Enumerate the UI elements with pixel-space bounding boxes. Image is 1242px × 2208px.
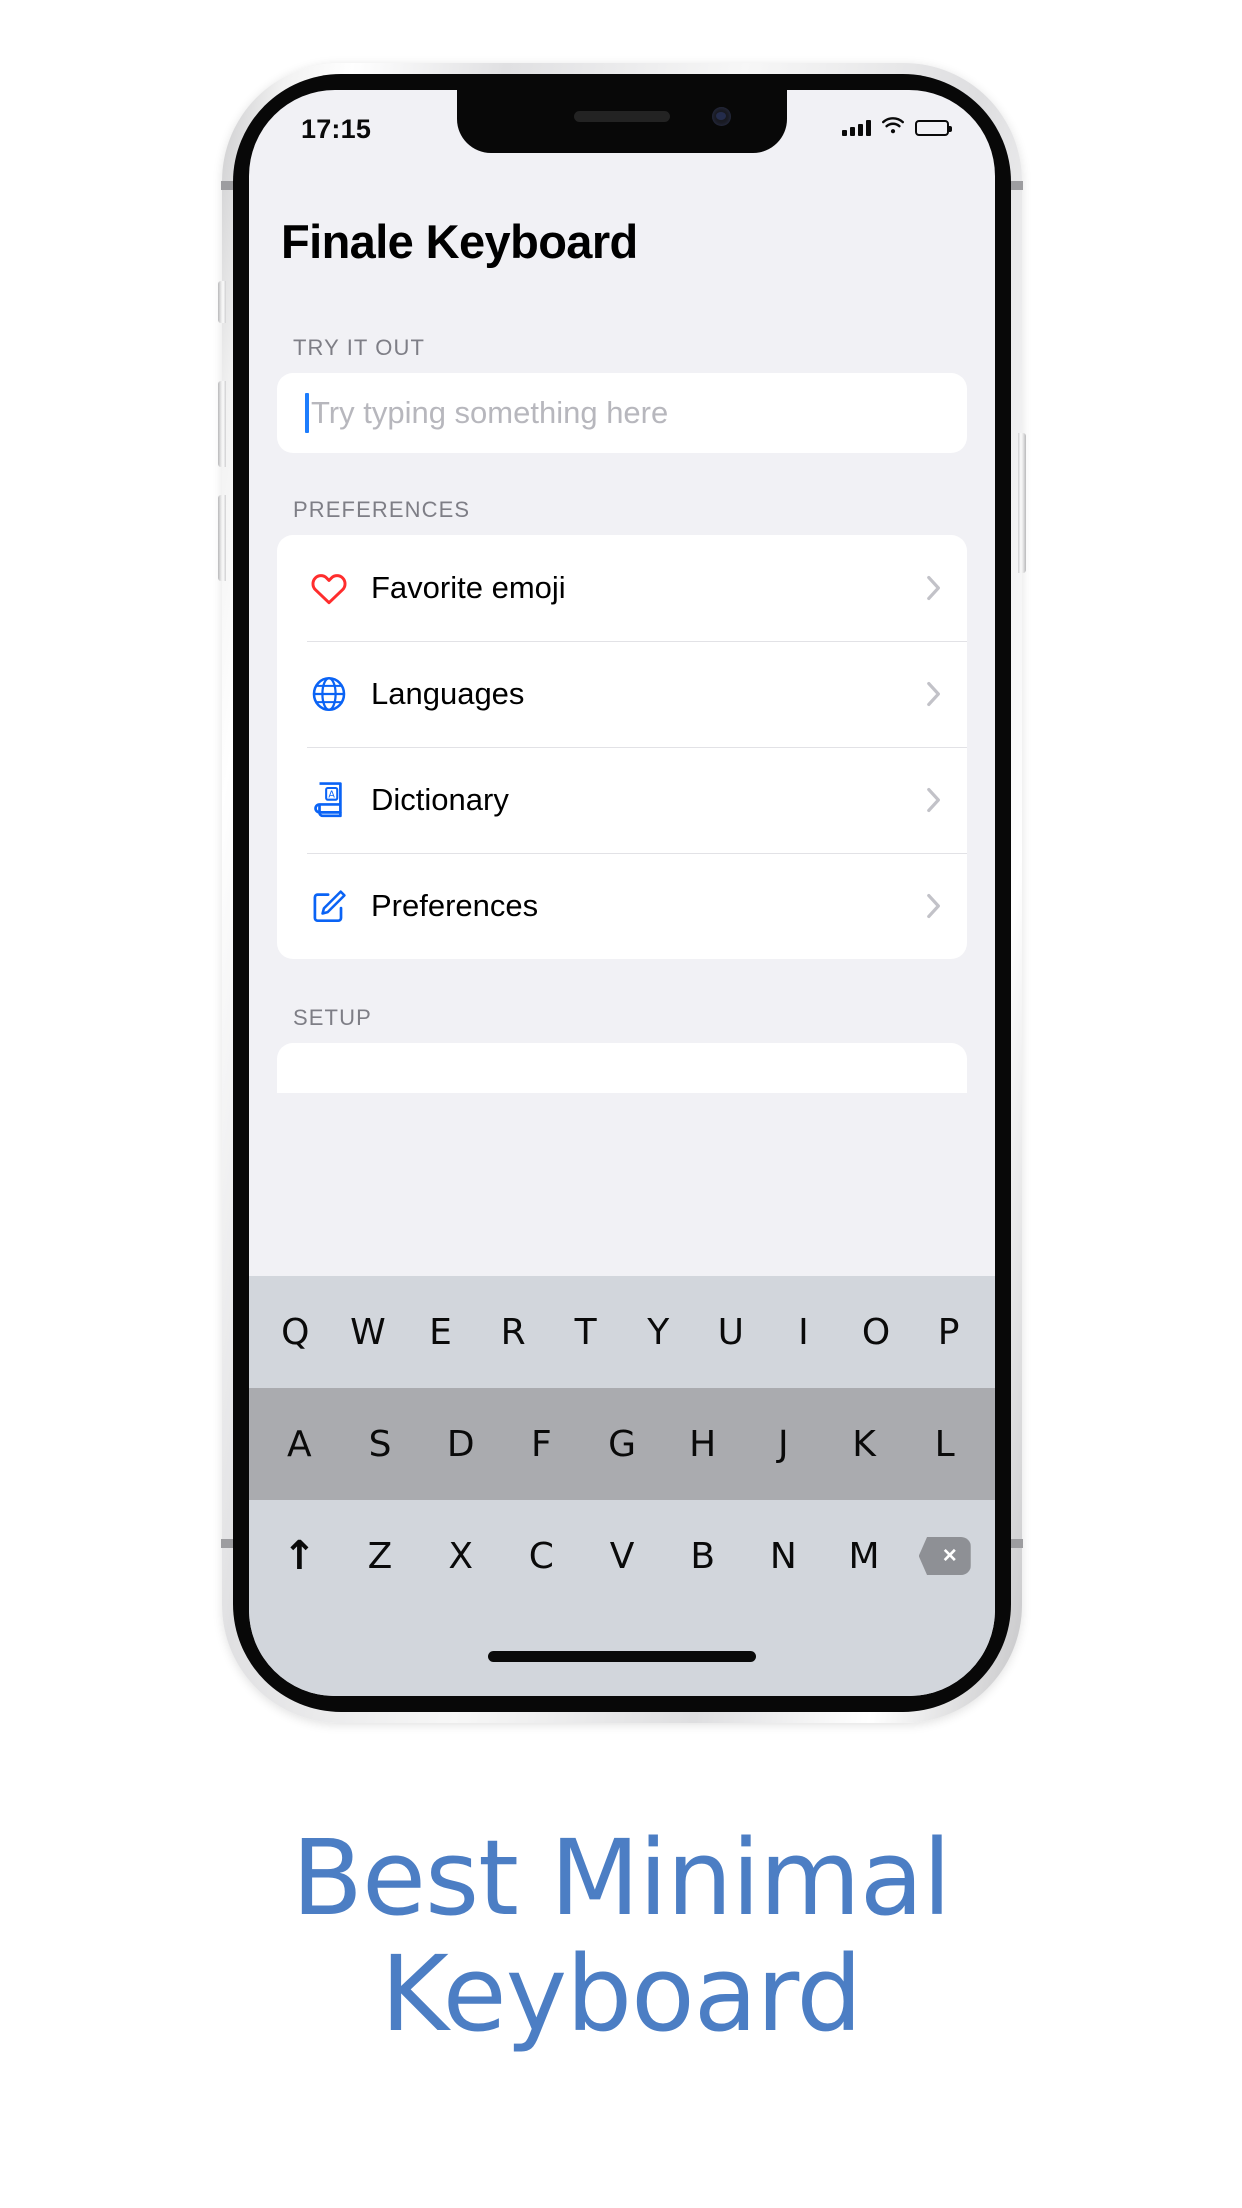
status-bar: 17:15: [249, 90, 995, 154]
chevron-right-icon: [927, 575, 941, 601]
page-title: Finale Keyboard: [281, 215, 638, 268]
keyboard-key-p[interactable]: P: [912, 1312, 985, 1353]
phone-mockup: Finale Keyboard TRY IT OUT Try typing so…: [218, 63, 1026, 1723]
caption-line-1: Best Minimal: [291, 1817, 952, 1939]
mute-switch-button[interactable]: [218, 281, 226, 323]
setup-card: [277, 1043, 967, 1093]
keyboard-key-b[interactable]: B: [662, 1536, 743, 1577]
shift-arrow-up-icon[interactable]: ↑: [259, 1533, 340, 1579]
keyboard-key-r[interactable]: R: [477, 1312, 550, 1353]
section-preferences: PREFERENCES Favorite emoji Languages A D…: [249, 497, 995, 959]
keyboard-key-t[interactable]: T: [549, 1312, 622, 1353]
pencil-square-icon: [307, 884, 351, 928]
keyboard-row-2[interactable]: ASDFGHJKL: [249, 1388, 995, 1500]
list-item-label: Preferences: [371, 888, 539, 923]
keyboard-key-j[interactable]: J: [743, 1424, 824, 1465]
keyboard-key-a[interactable]: A: [259, 1424, 340, 1465]
keyboard-key-o[interactable]: O: [840, 1312, 913, 1353]
try-typing-input[interactable]: Try typing something here: [277, 373, 967, 453]
list-item-label: Favorite emoji: [371, 570, 566, 605]
keyboard-key-u[interactable]: U: [695, 1312, 768, 1353]
backspace-delete-icon[interactable]: ×: [904, 1537, 985, 1575]
list-item-label: Dictionary: [371, 782, 509, 817]
section-header-setup: SETUP: [293, 1005, 372, 1030]
home-indicator[interactable]: [488, 1651, 756, 1662]
chevron-right-icon: [927, 681, 941, 707]
keyboard-key-m[interactable]: M: [824, 1536, 905, 1577]
keyboard-row-3[interactable]: ↑ Z X C V B N M ×: [249, 1500, 995, 1612]
phone-screen: Finale Keyboard TRY IT OUT Try typing so…: [249, 90, 995, 1696]
keyboard-key-h[interactable]: H: [662, 1424, 743, 1465]
list-item-preferences[interactable]: Preferences: [277, 853, 967, 959]
keyboard-key-f[interactable]: F: [501, 1424, 582, 1465]
antenna-band: [1010, 1539, 1023, 1548]
try-typing-placeholder: Try typing something here: [311, 395, 669, 430]
list-item-dictionary[interactable]: A Dictionary: [277, 747, 967, 853]
battery-icon: [915, 120, 952, 136]
keyboard-key-k[interactable]: K: [824, 1424, 905, 1465]
book-a-icon: A: [307, 778, 351, 822]
status-bar-indicators: [842, 117, 952, 139]
volume-up-button[interactable]: [218, 381, 226, 467]
chevron-right-icon: [927, 893, 941, 919]
on-screen-keyboard[interactable]: QWERTYUIOP ASDFGHJKL ↑ Z X C V B N M ×: [249, 1276, 995, 1696]
globe-icon: [307, 672, 351, 716]
backspace-glyph: ×: [918, 1537, 971, 1575]
caption-line-2: Keyboard: [380, 1933, 863, 2056]
power-button[interactable]: [1018, 433, 1026, 573]
keyboard-key-q[interactable]: Q: [259, 1312, 332, 1353]
section-header-try-it-out: TRY IT OUT: [293, 335, 426, 360]
list-item-languages[interactable]: Languages: [277, 641, 967, 747]
keyboard-key-y[interactable]: Y: [622, 1312, 695, 1353]
keyboard-key-n[interactable]: N: [743, 1536, 824, 1577]
section-try-it-out: TRY IT OUT Try typing something here: [249, 335, 995, 453]
svg-text:A: A: [328, 789, 335, 800]
list-item-favorite-emoji[interactable]: Favorite emoji: [277, 535, 967, 641]
text-caret: [305, 393, 309, 433]
keyboard-key-e[interactable]: E: [404, 1312, 477, 1353]
keyboard-key-z[interactable]: Z: [340, 1536, 421, 1577]
list-item-label: Languages: [371, 676, 525, 711]
keyboard-row-1[interactable]: QWERTYUIOP: [249, 1276, 995, 1388]
keyboard-key-l[interactable]: L: [904, 1424, 985, 1465]
heart-icon: [307, 566, 351, 610]
status-bar-time: 17:15: [301, 113, 372, 144]
keyboard-key-s[interactable]: S: [340, 1424, 421, 1465]
antenna-band: [1010, 181, 1023, 190]
keyboard-key-g[interactable]: G: [582, 1424, 663, 1465]
section-header-preferences: PREFERENCES: [293, 497, 471, 522]
volume-down-button[interactable]: [218, 495, 226, 581]
section-setup: SETUP: [249, 1005, 995, 1093]
keyboard-key-w[interactable]: W: [332, 1312, 405, 1353]
keyboard-key-x[interactable]: X: [420, 1536, 501, 1577]
preferences-list: Favorite emoji Languages A Dictionary Pr…: [277, 535, 967, 959]
cellular-signal-icon: [842, 120, 871, 136]
keyboard-key-v[interactable]: V: [582, 1536, 663, 1577]
keyboard-key-c[interactable]: C: [501, 1536, 582, 1577]
marketing-caption: Best Minimal Keyboard: [0, 1820, 1242, 2053]
keyboard-key-d[interactable]: D: [420, 1424, 501, 1465]
keyboard-key-i[interactable]: I: [767, 1312, 840, 1353]
chevron-right-icon: [927, 787, 941, 813]
wifi-icon: [882, 117, 904, 139]
try-it-out-card: Try typing something here: [277, 373, 967, 453]
